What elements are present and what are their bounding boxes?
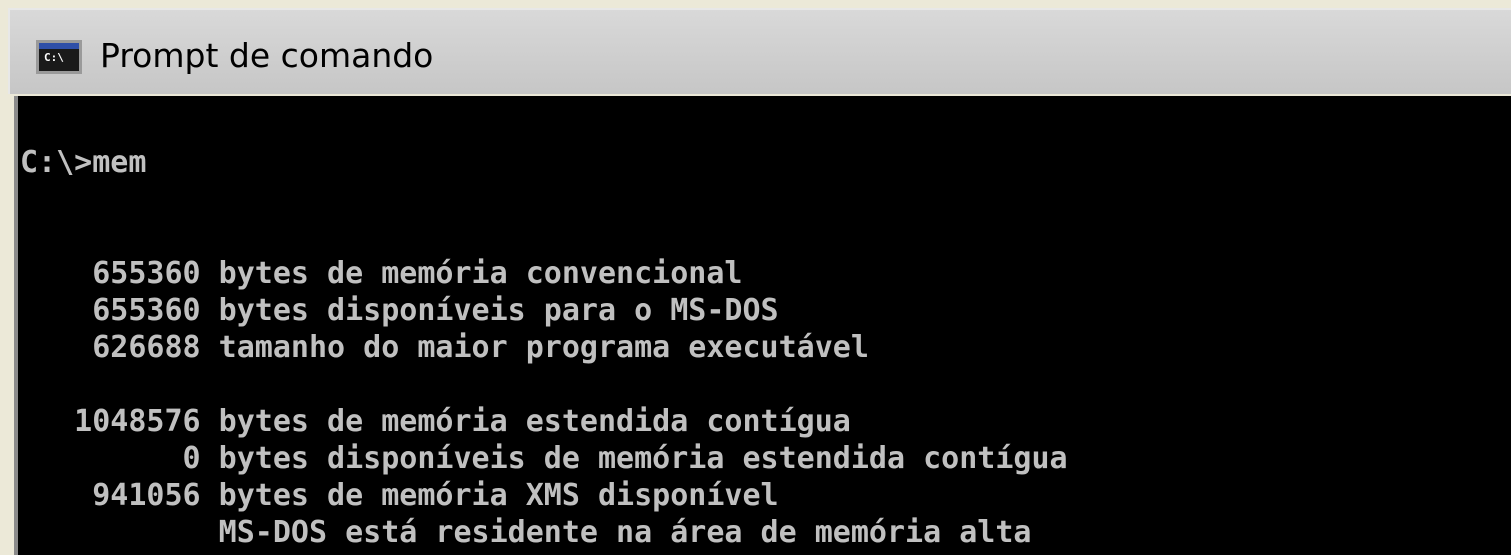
title-bar[interactable]: C:\ Prompt de comando — [8, 8, 1511, 94]
command-prompt-window: C:\ Prompt de comando C:\>mem 655360 byt… — [0, 0, 1511, 555]
window-title: Prompt de comando — [100, 36, 434, 75]
console-line-high-memory: MS-DOS está residente na área de memória… — [20, 515, 1032, 550]
console-line-conventional-memory: 655360 bytes de memória convencional — [20, 256, 743, 291]
console-line-ms-dos-available: 655360 bytes disponíveis para o MS-DOS — [20, 293, 779, 328]
console-line-extended-memory: 1048576 bytes de memória estendida contí… — [20, 404, 851, 439]
console-output-area[interactable]: C:\>mem 655360 bytes de memória convenci… — [14, 96, 1511, 555]
console-line-blank-3 — [20, 366, 1068, 403]
console-text: C:\>mem 655360 bytes de memória convenci… — [20, 144, 1068, 551]
console-line-command: C:\>mem — [20, 145, 147, 180]
console-line-xms-available: 941056 bytes de memória XMS disponível — [20, 478, 779, 513]
console-line-largest-program: 626688 tamanho do maior programa executá… — [20, 330, 869, 365]
console-line-blank-2 — [20, 218, 1068, 255]
console-line-extended-available: 0 bytes disponíveis de memória estendida… — [20, 441, 1068, 476]
cmd-console-icon[interactable]: C:\ — [36, 40, 82, 74]
console-line-blank-1 — [20, 181, 1068, 218]
cmd-icon-label: C:\ — [44, 51, 64, 64]
